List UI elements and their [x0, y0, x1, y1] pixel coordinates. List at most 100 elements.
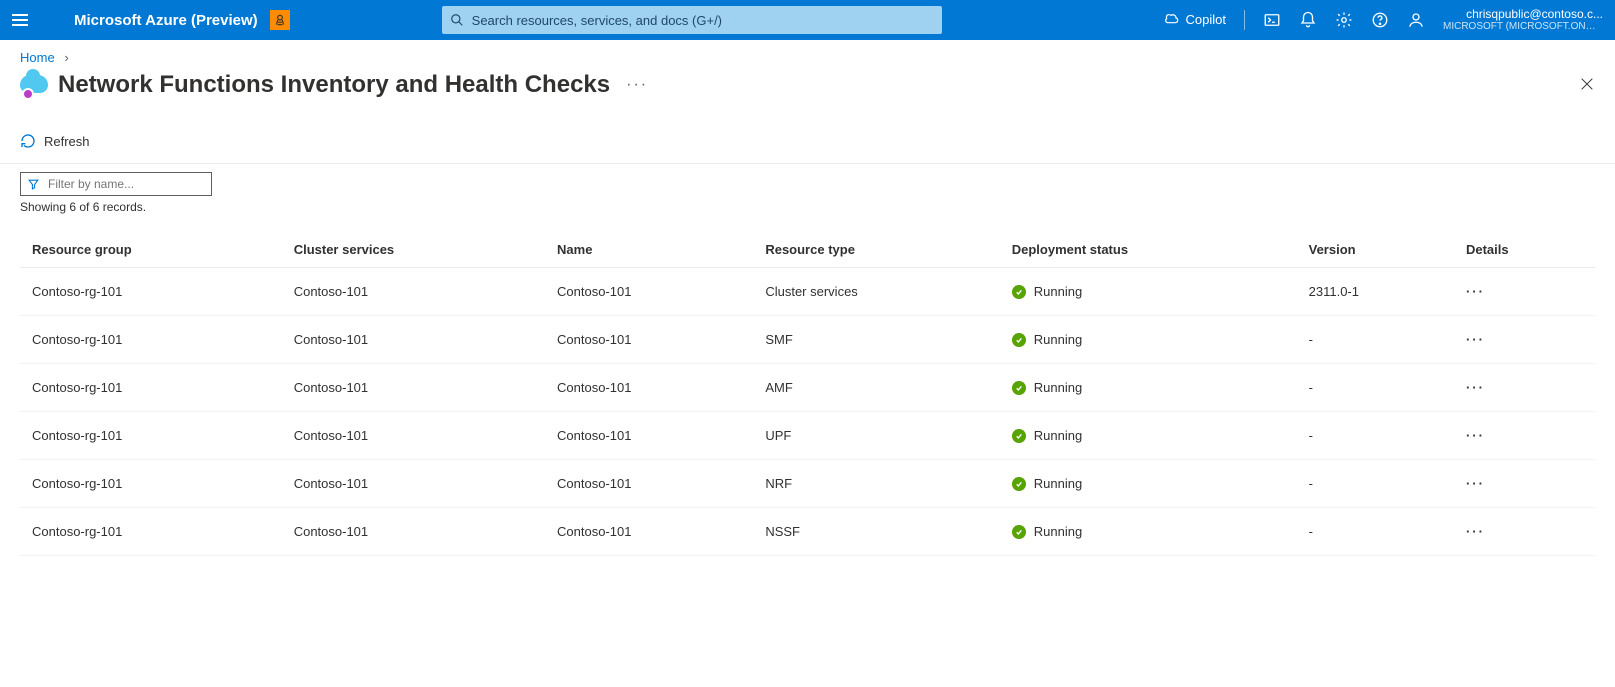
settings-button[interactable] [1335, 11, 1353, 29]
table-row[interactable]: Contoso-rg-101Contoso-101Contoso-101UPFR… [20, 412, 1595, 460]
page-more-button[interactable]: ··· [626, 76, 648, 94]
status-ok-icon [1012, 477, 1026, 491]
row-actions-button[interactable]: ··· [1466, 284, 1485, 299]
col-deployment-status[interactable]: Deployment status [1000, 232, 1297, 268]
cell-resource-group: Contoso-rg-101 [20, 364, 282, 412]
cell-deployment-status: Running [1000, 460, 1297, 508]
menu-toggle-button[interactable] [12, 10, 32, 30]
cell-resource-group: Contoso-rg-101 [20, 268, 282, 316]
account-directory: MICROSOFT (MICROSOFT.ONMI... [1443, 21, 1603, 33]
cell-resource-group: Contoso-rg-101 [20, 460, 282, 508]
cell-details: ··· [1454, 412, 1595, 460]
cloud-shell-icon [1263, 11, 1281, 29]
col-name[interactable]: Name [545, 232, 753, 268]
separator [1244, 10, 1245, 30]
col-resource-group[interactable]: Resource group [20, 232, 282, 268]
help-button[interactable] [1371, 11, 1389, 29]
status-ok-icon [1012, 525, 1026, 539]
cell-cluster-services: Contoso-101 [282, 460, 545, 508]
table-row[interactable]: Contoso-rg-101Contoso-101Contoso-101AMFR… [20, 364, 1595, 412]
cell-resource-group: Contoso-rg-101 [20, 508, 282, 556]
copilot-button[interactable]: Copilot [1164, 12, 1226, 28]
portal-brand[interactable]: Microsoft Azure (Preview) [74, 12, 258, 29]
notifications-button[interactable] [1299, 11, 1317, 29]
cell-resource-group: Contoso-rg-101 [20, 316, 282, 364]
cell-name: Contoso-101 [545, 364, 753, 412]
row-actions-button[interactable]: ··· [1466, 428, 1485, 443]
feedback-icon [1407, 11, 1425, 29]
filter-area: Showing 6 of 6 records. [0, 164, 1615, 214]
page-title: Network Functions Inventory and Health C… [58, 71, 610, 99]
col-cluster-services[interactable]: Cluster services [282, 232, 545, 268]
status-ok-icon [1012, 285, 1026, 299]
col-version[interactable]: Version [1297, 232, 1454, 268]
filter-icon [27, 177, 40, 191]
feedback-button[interactable] [1407, 11, 1425, 29]
chevron-right-icon: › [64, 50, 68, 65]
cell-version: 2311.0-1 [1297, 268, 1454, 316]
records-count: Showing 6 of 6 records. [20, 200, 1595, 214]
help-icon [1371, 11, 1389, 29]
breadcrumb-home[interactable]: Home [20, 50, 55, 65]
row-actions-button[interactable]: ··· [1466, 380, 1485, 395]
breadcrumb: Home › [0, 40, 1615, 65]
gear-icon [1335, 11, 1353, 29]
cloud-shell-button[interactable] [1263, 11, 1281, 29]
cell-resource-type: AMF [753, 364, 999, 412]
account-email: chrisqpublic@contoso.c... [1466, 7, 1603, 21]
cell-resource-group: Contoso-rg-101 [20, 412, 282, 460]
global-header: Microsoft Azure (Preview) Copilot [0, 0, 1615, 40]
row-actions-button[interactable]: ··· [1466, 476, 1485, 491]
table-row[interactable]: Contoso-rg-101Contoso-101Contoso-101SMFR… [20, 316, 1595, 364]
cell-name: Contoso-101 [545, 412, 753, 460]
cell-version: - [1297, 364, 1454, 412]
cell-name: Contoso-101 [545, 460, 753, 508]
col-resource-type[interactable]: Resource type [753, 232, 999, 268]
cell-resource-type: Cluster services [753, 268, 999, 316]
cell-deployment-status: Running [1000, 268, 1297, 316]
cell-version: - [1297, 460, 1454, 508]
close-blade-button[interactable] [1579, 76, 1595, 95]
cell-version: - [1297, 508, 1454, 556]
cell-deployment-status: Running [1000, 364, 1297, 412]
status-ok-icon [1012, 333, 1026, 347]
status-ok-icon [1012, 381, 1026, 395]
row-actions-button[interactable]: ··· [1466, 332, 1485, 347]
table-header-row: Resource group Cluster services Name Res… [20, 232, 1595, 268]
cell-details: ··· [1454, 364, 1595, 412]
cell-name: Contoso-101 [545, 268, 753, 316]
table-row[interactable]: Contoso-rg-101Contoso-101Contoso-101NRFR… [20, 460, 1595, 508]
refresh-button[interactable]: Refresh [20, 127, 90, 155]
cell-cluster-services: Contoso-101 [282, 316, 545, 364]
cell-version: - [1297, 316, 1454, 364]
global-search-input[interactable] [470, 12, 934, 29]
page-header: Network Functions Inventory and Health C… [0, 65, 1615, 117]
cell-name: Contoso-101 [545, 316, 753, 364]
cell-deployment-status: Running [1000, 508, 1297, 556]
row-actions-button[interactable]: ··· [1466, 524, 1485, 539]
cell-deployment-status: Running [1000, 316, 1297, 364]
filter-by-name[interactable] [20, 172, 212, 196]
cell-resource-type: NRF [753, 460, 999, 508]
cell-cluster-services: Contoso-101 [282, 364, 545, 412]
cell-resource-type: SMF [753, 316, 999, 364]
bell-icon [1299, 11, 1317, 29]
preview-badge-icon[interactable] [270, 10, 290, 30]
cell-resource-type: UPF [753, 412, 999, 460]
cell-details: ··· [1454, 268, 1595, 316]
cell-details: ··· [1454, 316, 1595, 364]
cell-deployment-status: Running [1000, 412, 1297, 460]
table-row[interactable]: Contoso-rg-101Contoso-101Contoso-101Clus… [20, 268, 1595, 316]
table-row[interactable]: Contoso-rg-101Contoso-101Contoso-101NSSF… [20, 508, 1595, 556]
cell-cluster-services: Contoso-101 [282, 508, 545, 556]
col-details[interactable]: Details [1454, 232, 1595, 268]
search-icon [450, 13, 464, 27]
results-table: Resource group Cluster services Name Res… [20, 232, 1595, 556]
cell-name: Contoso-101 [545, 508, 753, 556]
filter-input[interactable] [46, 176, 205, 192]
copilot-icon [1164, 12, 1180, 28]
cell-details: ··· [1454, 460, 1595, 508]
cell-version: - [1297, 412, 1454, 460]
global-search[interactable] [442, 6, 942, 34]
account-menu[interactable]: chrisqpublic@contoso.c... MICROSOFT (MIC… [1443, 7, 1603, 33]
